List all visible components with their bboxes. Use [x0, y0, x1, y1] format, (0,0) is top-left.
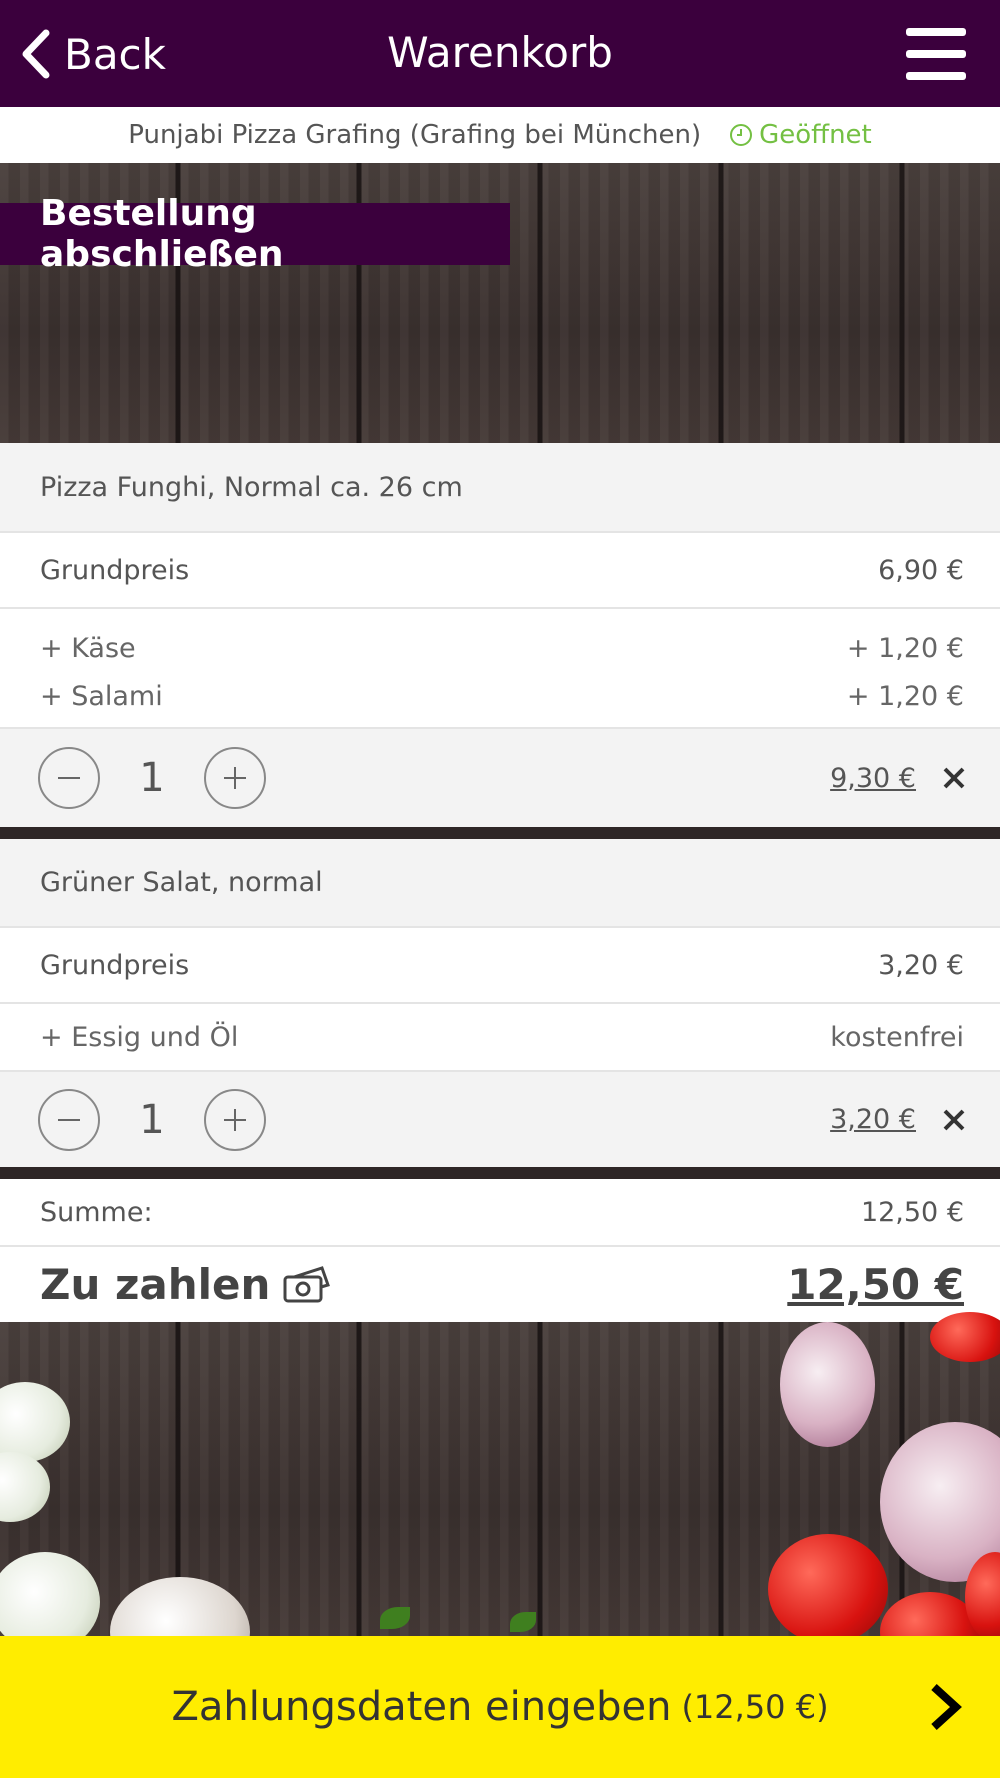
decrease-quantity-button[interactable] [38, 1088, 100, 1151]
restaurant-info-bar: Punjabi Pizza Grafing (Grafing bei Münch… [0, 107, 1000, 163]
decrease-quantity-button[interactable] [38, 747, 100, 809]
open-status-label: Geöffnet [759, 120, 872, 150]
total-label: Zu zahlen [40, 1260, 271, 1309]
herb-decoration [380, 1607, 410, 1629]
restaurant-name: Punjabi Pizza Grafing (Grafing bei Münch… [128, 120, 702, 150]
cart-item-title-row: Grüner Salat, normal [0, 839, 1000, 926]
line-total-group: 3,20 € [830, 1104, 968, 1135]
cart-item-title: Pizza Funghi, Normal ca. 26 cm [40, 471, 463, 503]
chevron-right-icon [931, 1684, 962, 1730]
quantity-row: 1 3,20 € [0, 1070, 1000, 1167]
cta-label: Zahlungsdaten eingeben [171, 1684, 672, 1730]
minus-icon [58, 777, 80, 779]
extra-price: + 1,20 € [846, 680, 964, 712]
open-status: Geöffnet [729, 120, 872, 150]
extra-price: + 1,20 € [846, 632, 964, 664]
tomato-decoration [768, 1534, 888, 1644]
total-row: Zu zahlen 12,50 € [0, 1245, 1000, 1322]
minus-icon [58, 1118, 80, 1121]
app-header: Back Warenkorb [0, 0, 1000, 107]
cart-item-title: Grüner Salat, normal [40, 867, 323, 898]
extra-price: kostenfrei [830, 1021, 964, 1053]
extra-row: + Essig und Öl kostenfrei [0, 1002, 1000, 1070]
cart-item-title-row: Pizza Funghi, Normal ca. 26 cm [0, 443, 1000, 531]
base-price-value: 3,20 € [878, 949, 964, 981]
herb-decoration [510, 1612, 536, 1632]
extra-name: + Käse [40, 632, 136, 664]
section-title: Bestellung abschließen [0, 193, 510, 275]
line-total[interactable]: 3,20 € [830, 1104, 916, 1135]
base-price-row: Grundpreis 6,90 € [0, 531, 1000, 607]
enter-payment-button[interactable]: Zahlungsdaten eingeben (12,50 €) [0, 1636, 1000, 1778]
clock-icon [730, 124, 753, 146]
quantity-value: 1 [139, 1096, 165, 1143]
garlic-decoration [780, 1322, 875, 1447]
tomato-decoration [930, 1312, 1000, 1362]
extra-name: + Salami [40, 680, 163, 712]
quantity-value: 1 [139, 755, 165, 801]
close-icon[interactable] [940, 1106, 968, 1134]
extra-row: + Salami + 1,20 € [0, 675, 1000, 727]
extra-row: + Käse + 1,20 € [0, 607, 1000, 675]
base-price-row: Grundpreis 3,20 € [0, 926, 1000, 1002]
sum-row: Summe: 12,50 € [0, 1179, 1000, 1245]
cta-amount: (12,50 €) [681, 1688, 829, 1726]
plus-icon [224, 767, 246, 789]
page-title: Warenkorb [387, 28, 613, 77]
sum-value: 12,50 € [860, 1196, 964, 1228]
item-separator [0, 1167, 1000, 1179]
hamburger-menu-icon[interactable] [906, 28, 966, 80]
quantity-stepper: 1 [38, 1088, 266, 1151]
base-price-label: Grundpreis [40, 554, 190, 586]
plus-icon [224, 1108, 246, 1131]
base-price-label: Grundpreis [40, 949, 190, 981]
money-icon [283, 1265, 331, 1302]
base-price-value: 6,90 € [878, 554, 964, 586]
increase-quantity-button[interactable] [204, 1088, 266, 1151]
quantity-stepper: 1 [38, 747, 266, 809]
onion-decoration [0, 1382, 70, 1462]
line-total[interactable]: 9,30 € [830, 763, 916, 794]
item-separator [0, 827, 1000, 839]
wood-background-bottom [0, 1312, 1000, 1687]
sum-label: Summe: [40, 1196, 153, 1228]
onion-decoration [0, 1452, 50, 1522]
extra-name: + Essig und Öl [40, 1021, 239, 1053]
total-label-group: Zu zahlen [40, 1260, 332, 1309]
close-icon[interactable] [940, 764, 968, 792]
line-total-group: 9,30 € [830, 763, 968, 794]
quantity-row: 1 9,30 € [0, 727, 1000, 827]
increase-quantity-button[interactable] [204, 747, 266, 809]
total-value: 12,50 € [787, 1260, 964, 1309]
